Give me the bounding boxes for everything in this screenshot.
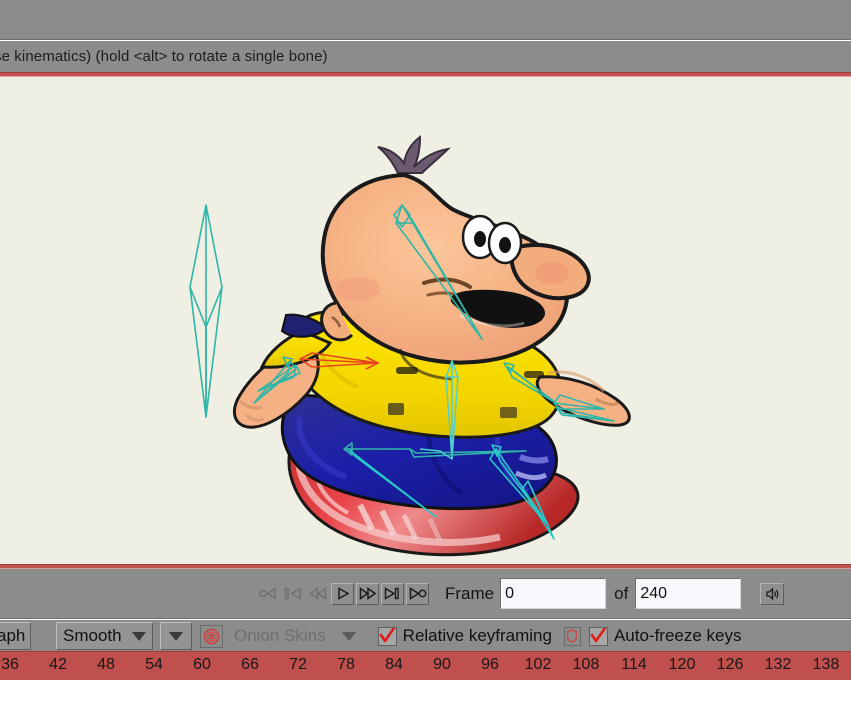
character-artwork [189,134,631,557]
timeline-tick: 90 [433,656,451,673]
play-loop-button[interactable] [406,582,429,605]
play-button[interactable] [331,582,354,605]
next-keyframe-button[interactable] [381,582,404,605]
timeline-tick: 114 [621,656,647,673]
relative-keyframing-label: Relative keyframing [402,626,552,645]
timeline-tick: 72 [289,656,307,673]
page-bottom-area [0,680,851,728]
relative-keyframing-checkbox[interactable] [377,626,397,646]
keyframe-protect-button[interactable] [563,626,581,646]
onion-skins-toggle-button[interactable] [200,624,223,648]
play-loop-icon [409,587,426,600]
hint-text: se kinematics) (hold <alt> to rotate a s… [0,48,328,65]
timeline-tick: 36 [1,656,19,673]
timeline-tick: 96 [481,656,499,673]
frame-input-value: 0 [505,584,515,602]
animation-canvas[interactable] [0,77,851,564]
timeline-tick: 42 [49,656,67,673]
step-back-button[interactable] [306,583,329,605]
go-to-start-button[interactable] [256,583,279,605]
speaker-icon [766,586,779,601]
transport-controls [256,582,431,605]
auto-freeze-keys-option[interactable]: Auto-freeze keys [588,626,742,646]
fast-forward-button[interactable] [356,582,379,605]
loop-start-icon [259,587,276,600]
frame-input[interactable]: 0 [500,578,607,609]
timeline-tick: 66 [241,656,259,673]
timeline-tick: 120 [668,656,696,673]
timeline-tick: 126 [716,656,744,673]
checkmark-icon [379,628,395,643]
timeline-tick: 84 [385,656,403,673]
graph-button[interactable]: aph [0,622,31,650]
previous-keyframe-button[interactable] [281,583,304,605]
secondary-dropdown[interactable] [160,622,192,650]
checkmark-icon [590,628,607,643]
sound-toggle-button[interactable] [760,582,785,605]
keyframe-options-toolbar: aph Smooth Onion Skins Relative keyframi… [0,620,851,652]
fast-forward-icon [359,587,376,600]
timeline-tick: 54 [145,656,163,673]
bone-free-left [189,204,223,418]
auto-freeze-keys-label: Auto-freeze keys [613,626,742,645]
status-hint-bar: se kinematics) (hold <alt> to rotate a s… [0,41,851,72]
frame-label: Frame [445,583,495,603]
total-frames-value: 240 [640,584,668,602]
timeline-ruler[interactable]: 36 42 48 54 60 66 72 78 84 90 96 102 108 114 120 126 132… [0,653,851,680]
play-icon [337,587,350,600]
timeline-tick: 48 [97,656,115,673]
onion-skin-icon [203,628,220,644]
of-label: of [614,583,629,603]
auto-freeze-keys-checkbox[interactable] [588,626,608,646]
total-frames-input[interactable]: 240 [635,578,742,609]
playback-toolbar: Frame 0 of 240 [0,569,851,619]
rewind-icon [308,587,326,600]
onion-skins-chevron-down-icon[interactable] [341,631,356,641]
window-chrome-top [0,0,851,40]
timeline-tick: 138 [812,656,840,673]
timeline-tick: 78 [337,656,355,673]
graph-button-label: aph [0,626,26,645]
timeline-tick: 132 [764,656,792,673]
prev-key-icon [284,587,301,600]
timeline-tick: 108 [572,656,600,673]
shield-icon [567,629,578,643]
chevron-down-icon [169,631,183,641]
timeline-tick: 102 [524,656,552,673]
next-key-icon [384,587,399,600]
onion-skins-label: Onion Skins [234,626,326,645]
animation-app-window: se kinematics) (hold <alt> to rotate a s… [0,0,851,728]
chevron-down-icon [132,631,146,641]
timeline-tick: 60 [193,656,211,673]
interpolation-value: Smooth [63,626,122,645]
interpolation-dropdown[interactable]: Smooth [56,622,153,650]
relative-keyframing-option[interactable]: Relative keyframing [377,626,552,646]
